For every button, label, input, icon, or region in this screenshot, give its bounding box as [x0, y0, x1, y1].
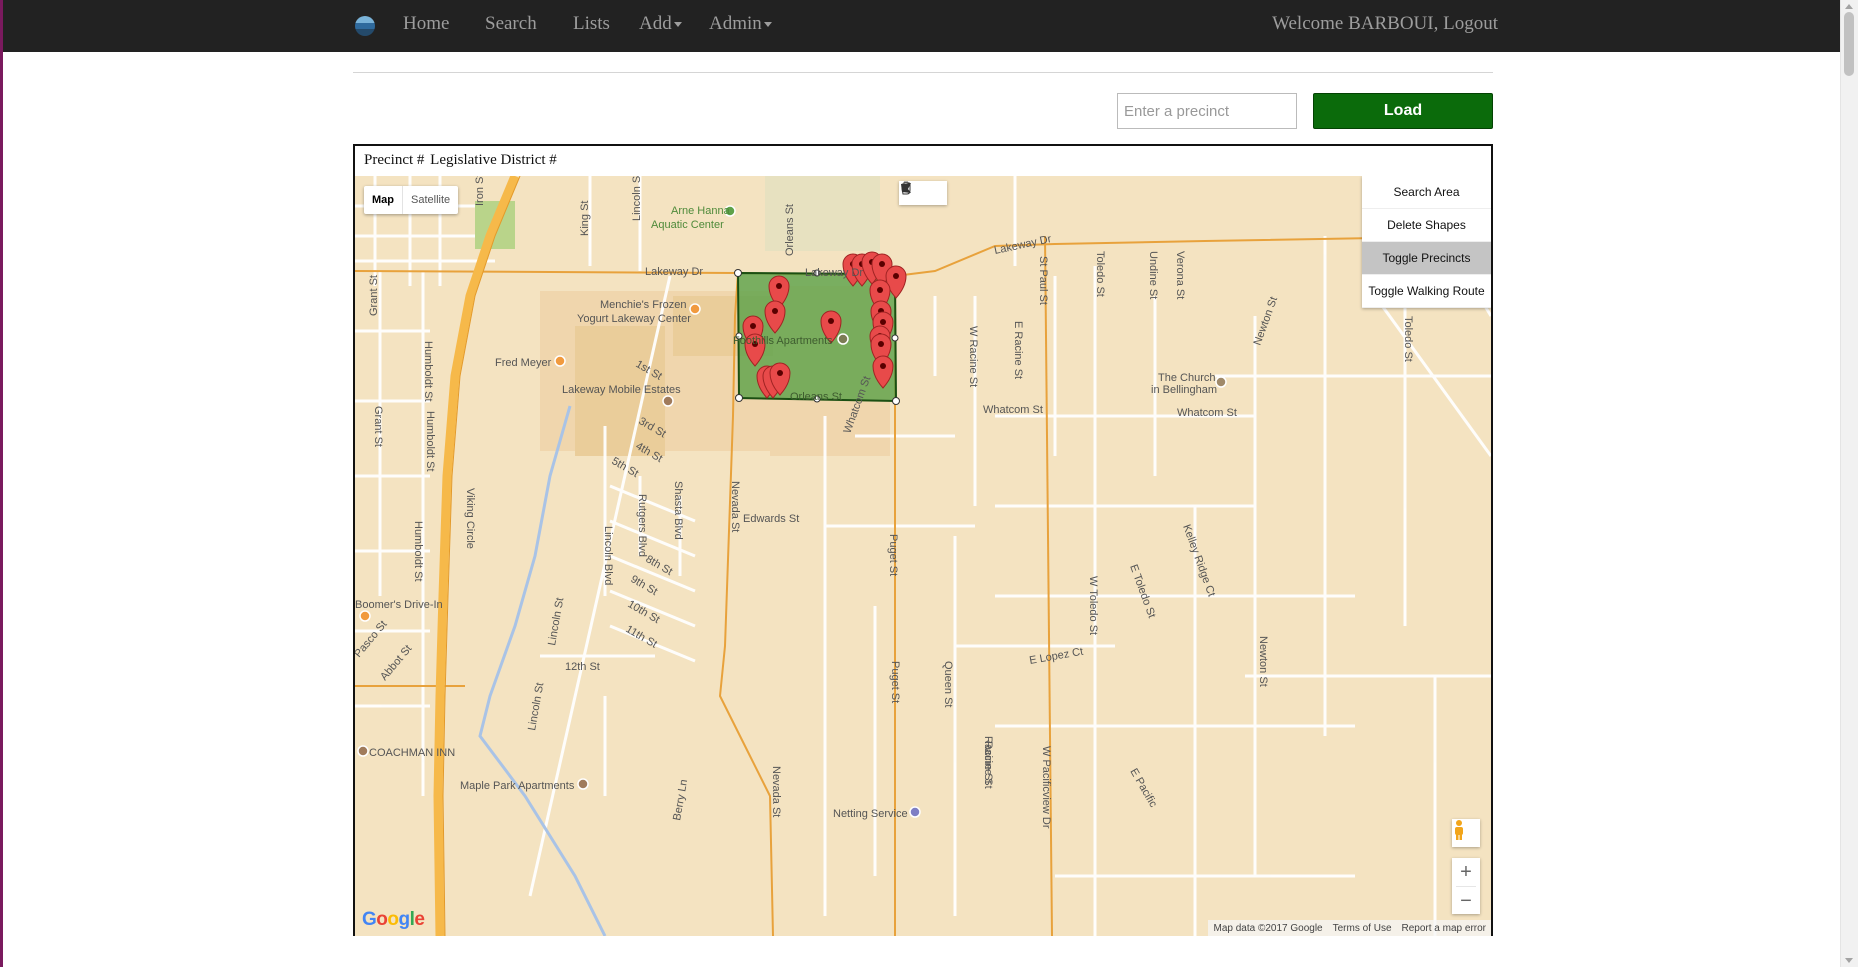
- map-type-map-button[interactable]: Map: [364, 186, 403, 214]
- map-label: Maple Park Apartments: [460, 780, 575, 792]
- map-label: Shasta Blvd: [672, 481, 684, 540]
- map-label: W Pacificview Dr: [1040, 746, 1052, 829]
- map-header: Precinct # Legislative District #: [364, 152, 559, 169]
- scroll-up-icon[interactable]: [1845, 4, 1853, 9]
- street-view-pegman-icon[interactable]: [1452, 819, 1480, 847]
- toggle-walking-route-button[interactable]: Toggle Walking Route: [1362, 275, 1491, 308]
- map-label: in Bellingham: [1151, 384, 1217, 396]
- map-label: Verona St: [1174, 251, 1186, 299]
- precinct-number-label: Precinct #: [364, 152, 425, 168]
- map-canvas[interactable]: Iron St King St Lincoln St Arne Hanna Aq…: [355, 176, 1491, 936]
- map-label: Nevada St: [729, 481, 741, 532]
- map-label: Boomer's Drive-In: [355, 599, 443, 611]
- nav-lists-link[interactable]: Lists: [573, 13, 610, 35]
- nav-admin-label: Admin: [709, 13, 762, 34]
- nav-add-label: Add: [639, 13, 672, 34]
- window-left-edge: [0, 0, 3, 967]
- page-divider: [353, 72, 1493, 73]
- map-label: Whatcom St: [1177, 407, 1237, 419]
- google-map[interactable]: Iron St King St Lincoln St Arne Hanna Aq…: [355, 176, 1491, 936]
- logout-link[interactable]: Logout: [1443, 13, 1498, 34]
- map-label: Aquatic Center: [651, 219, 724, 231]
- map-attribution: Map data ©2017 Google Terms of Use Repor…: [1208, 920, 1491, 936]
- map-label: COACHMAN INN: [369, 747, 455, 759]
- terms-of-use-link[interactable]: Terms of Use: [1328, 923, 1397, 934]
- map-type-satellite-button[interactable]: Satellite: [403, 186, 458, 214]
- map-label: Foothills Apartments: [733, 335, 833, 347]
- scroll-down-icon[interactable]: [1845, 958, 1853, 963]
- map-label: Netting Service: [833, 808, 908, 820]
- map-label: Puget St: [889, 661, 901, 703]
- map-label: Iron St: [474, 176, 486, 206]
- map-label: Toledo St: [1402, 316, 1414, 362]
- google-logo[interactable]: Google: [362, 909, 425, 931]
- map-label: Puget St: [887, 534, 899, 576]
- zoom-out-button[interactable]: −: [1452, 887, 1480, 915]
- map-label: Menchie's Frozen: [600, 299, 686, 311]
- map-label: Undine St: [1147, 251, 1159, 299]
- map-label: The Church: [1158, 372, 1215, 384]
- welcome-area: Welcome BARBOUI, Logout: [1272, 13, 1498, 35]
- map-label: Racine St: [982, 736, 994, 784]
- map-label: Lakeway Mobile Estates: [562, 384, 681, 396]
- top-navbar: Home Search Lists Add Admin Welcome BARB…: [3, 0, 1841, 52]
- map-label: Whatcom St: [983, 404, 1043, 416]
- map-label: St Paul St: [1037, 256, 1049, 305]
- report-map-error-link[interactable]: Report a map error: [1397, 923, 1491, 934]
- map-label: Orleans St: [790, 391, 842, 403]
- map-label: Humboldt St: [424, 411, 436, 472]
- caret-down-icon: [763, 22, 772, 28]
- search-area-button[interactable]: Search Area: [1362, 176, 1491, 209]
- nav-home-link[interactable]: Home: [403, 13, 449, 35]
- map-label: Lincoln St: [631, 176, 643, 221]
- map-label: Fred Meyer: [495, 357, 552, 369]
- map-label: W Racine St: [967, 326, 979, 387]
- map-label: Arne Hanna: [671, 205, 731, 217]
- map-label: Lincoln Blvd: [602, 526, 614, 585]
- zoom-in-button[interactable]: +: [1452, 858, 1480, 886]
- welcome-text: Welcome BARBOUI,: [1272, 13, 1439, 34]
- toggle-precincts-button[interactable]: Toggle Precincts: [1362, 242, 1491, 275]
- map-label: Viking Circle: [464, 488, 476, 549]
- map-label: Grant St: [372, 406, 384, 447]
- map-label: 12th St: [565, 661, 600, 673]
- map-label: Lakeway Dr: [805, 267, 863, 279]
- precinct-input[interactable]: [1117, 93, 1297, 129]
- zoom-control: + −: [1452, 858, 1480, 914]
- drawing-tools: [899, 181, 947, 205]
- nav-add-dropdown[interactable]: Add: [639, 13, 682, 35]
- polygon-draw-icon[interactable]: [901, 181, 947, 205]
- map-label: Edwards St: [743, 513, 799, 525]
- map-data-credit: Map data ©2017 Google: [1213, 922, 1323, 934]
- map-label: Queen St: [942, 661, 954, 707]
- nav-admin-dropdown[interactable]: Admin: [709, 13, 772, 35]
- caret-down-icon: [673, 22, 682, 28]
- map-label: King St: [579, 201, 591, 236]
- map-label: Humboldt St: [412, 521, 424, 582]
- map-label: Humboldt St: [422, 341, 434, 402]
- map-label: Rutgers Blvd: [636, 494, 648, 557]
- page-scrollbar[interactable]: [1840, 0, 1858, 967]
- map-panel: Precinct # Legislative District # Iron S…: [353, 144, 1493, 936]
- nav-search-link[interactable]: Search: [485, 13, 537, 35]
- delete-shapes-button[interactable]: Delete Shapes: [1362, 209, 1491, 242]
- map-label: Toledo St: [1094, 251, 1106, 297]
- map-label: W Toledo St: [1087, 576, 1099, 635]
- map-label: Orleans St: [784, 204, 796, 256]
- map-type-control: Map Satellite: [364, 186, 459, 214]
- load-button[interactable]: Load: [1313, 93, 1493, 129]
- map-label: Yogurt Lakeway Center: [577, 313, 691, 325]
- district-number-label: Legislative District #: [430, 152, 557, 168]
- brand-logo-icon[interactable]: [355, 16, 375, 36]
- map-label: Grant St: [368, 275, 380, 316]
- map-label: Nevada St: [770, 766, 782, 817]
- scrollbar-thumb[interactable]: [1844, 12, 1854, 76]
- map-label: E Racine St: [1012, 321, 1024, 379]
- map-label: Lakeway Dr: [645, 266, 703, 278]
- map-custom-controls: Search Area Delete Shapes Toggle Precinc…: [1362, 176, 1491, 308]
- map-label: Newton St: [1257, 636, 1269, 687]
